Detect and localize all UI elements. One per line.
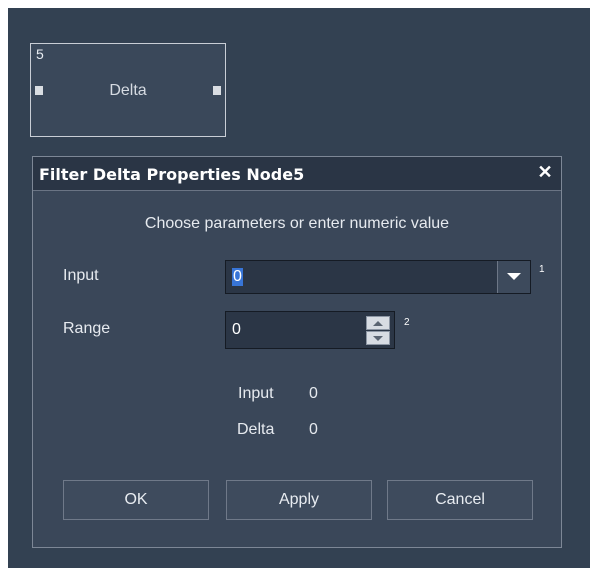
dropdown-button[interactable] (497, 261, 530, 293)
input-index: 1 (539, 264, 545, 275)
close-icon[interactable]: ✕ (535, 161, 555, 183)
range-value[interactable]: 0 (232, 321, 241, 339)
readout-delta-label: Delta (237, 421, 275, 438)
apply-button[interactable]: Apply (226, 480, 372, 520)
stepper-down-button[interactable] (366, 331, 390, 345)
readout-input-value: 0 (309, 385, 318, 402)
range-label: Range (63, 320, 111, 337)
patch-canvas[interactable]: 5 Delta Filter Delta Properties Node5 ✕ … (8, 8, 590, 568)
input-select-value[interactable]: 0 (232, 268, 243, 286)
arrow-down-icon (373, 336, 383, 341)
instruction-text: Choose parameters or enter numeric value (144, 215, 450, 232)
input-select[interactable]: 0 (225, 260, 531, 294)
range-stepper[interactable]: 0 (225, 311, 395, 349)
dialog-titlebar[interactable]: Filter Delta Properties Node5 ✕ (33, 157, 561, 191)
cancel-button[interactable]: Cancel (387, 480, 533, 520)
node-output-port[interactable] (213, 86, 221, 95)
readout-delta-value: 0 (309, 421, 318, 438)
input-label: Input (63, 267, 99, 284)
stepper-up-button[interactable] (366, 316, 390, 330)
node-label: Delta (109, 82, 147, 99)
node-id: 5 (36, 46, 44, 62)
chevron-down-icon (507, 273, 521, 280)
properties-dialog: Filter Delta Properties Node5 ✕ Choose p… (32, 156, 562, 548)
dialog-title: Filter Delta Properties Node5 (39, 165, 305, 184)
delta-node[interactable]: 5 Delta (30, 43, 226, 137)
readout-input-label: Input (238, 385, 274, 402)
range-index: 2 (404, 317, 410, 328)
arrow-up-icon (373, 321, 383, 326)
ok-button[interactable]: OK (63, 480, 209, 520)
